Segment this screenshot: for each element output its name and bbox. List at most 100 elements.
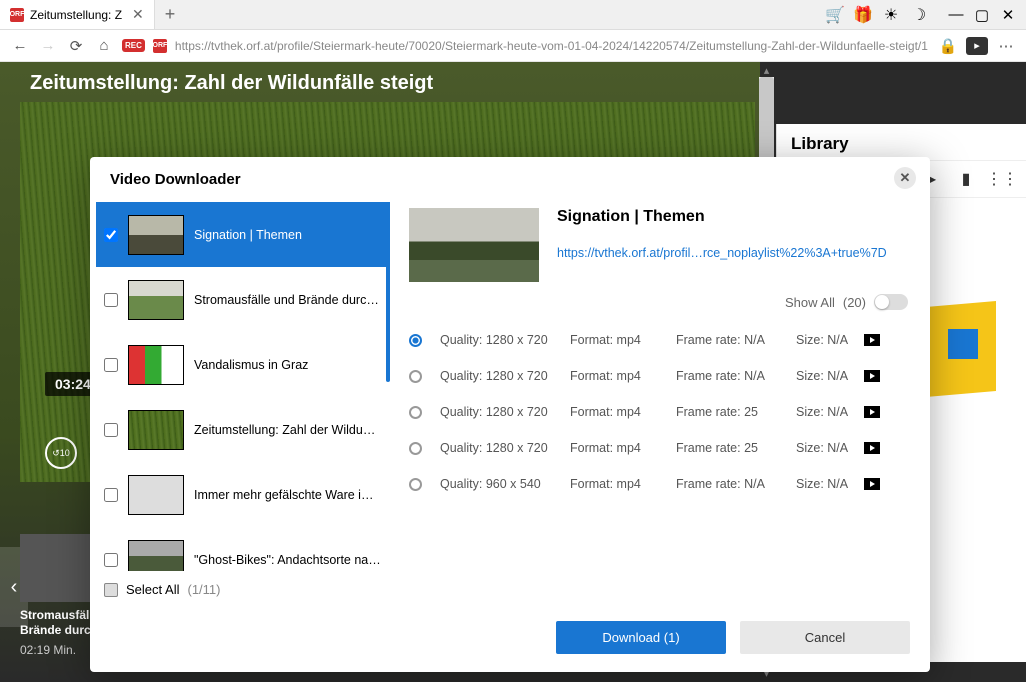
- detail-url[interactable]: https://tvthek.orf.at/profil…rce_noplayl…: [557, 246, 908, 260]
- select-all-checkbox[interactable]: [104, 583, 118, 597]
- item-thumbnail: [128, 410, 184, 450]
- item-label: Zeitumstellung: Zahl der Wildunf…: [194, 423, 382, 437]
- quality-radio[interactable]: [409, 442, 422, 455]
- preview-play-icon[interactable]: [864, 442, 880, 454]
- preview-play-icon[interactable]: [864, 370, 880, 382]
- video-list-panel: Signation | Themen Stromausfälle und Brän…: [90, 202, 390, 607]
- detail-title: Signation | Themen: [557, 208, 908, 226]
- lock-icon[interactable]: 🔒: [938, 36, 958, 56]
- tab-favicon: ORF: [10, 8, 24, 22]
- downloader-modal: Video Downloader ✕ Signation | Themen Str…: [90, 157, 930, 672]
- dark-mode-icon[interactable]: ☽: [910, 6, 928, 24]
- format-value: Format: mp4: [570, 333, 676, 347]
- window-controls: — ▢ ✕: [946, 6, 1018, 24]
- item-thumbnail: [128, 345, 184, 385]
- detail-panel: Signation | Themen https://tvthek.orf.at…: [390, 202, 930, 607]
- item-thumbnail: [128, 215, 184, 255]
- item-thumbnail: [128, 540, 184, 572]
- home-button[interactable]: ⌂: [94, 36, 114, 56]
- size-value: Size: N/A: [796, 333, 864, 347]
- detail-thumbnail: [409, 208, 539, 282]
- new-tab-button[interactable]: +: [155, 4, 186, 25]
- select-all-count: (1/11): [187, 582, 220, 597]
- record-badge[interactable]: REC: [122, 39, 145, 52]
- quality-row[interactable]: Quality: 1280 x 720Format: mp4Frame rate…: [409, 430, 908, 466]
- size-value: Size: N/A: [796, 405, 864, 419]
- video-list-item[interactable]: Stromausfälle und Brände durch …: [96, 267, 390, 332]
- quality-row[interactable]: Quality: 960 x 540Format: mp4Frame rate:…: [409, 466, 908, 502]
- select-all-row[interactable]: Select All (1/11): [90, 571, 390, 607]
- quality-value: Quality: 960 x 540: [440, 477, 570, 491]
- video-list-item[interactable]: Signation | Themen: [96, 202, 390, 267]
- maximize-button[interactable]: ▢: [972, 6, 992, 24]
- close-window-button[interactable]: ✕: [998, 6, 1018, 24]
- quality-value: Quality: 1280 x 720: [440, 405, 570, 419]
- tab-bar: ORF Zeitumstellung: Z ✕ + 🛒 🎁 ☀ ☽ — ▢ ✕: [0, 0, 1026, 30]
- item-label: Immer mehr gefälschte Ware im …: [194, 488, 382, 502]
- item-checkbox[interactable]: [104, 488, 118, 502]
- quality-value: Quality: 1280 x 720: [440, 441, 570, 455]
- show-all-count: (20): [843, 295, 866, 310]
- item-checkbox[interactable]: [104, 553, 118, 567]
- reload-button[interactable]: ⟳: [66, 36, 86, 56]
- quality-row[interactable]: Quality: 1280 x 720Format: mp4Frame rate…: [409, 322, 908, 358]
- framerate-value: Frame rate: 25: [676, 441, 796, 455]
- format-value: Format: mp4: [570, 405, 676, 419]
- framerate-value: Frame rate: N/A: [676, 477, 796, 491]
- item-checkbox[interactable]: [104, 423, 118, 437]
- back-button[interactable]: ←: [10, 36, 30, 56]
- download-toolbar-icon[interactable]: ▸: [966, 37, 988, 55]
- show-all-label: Show All: [785, 295, 835, 310]
- video-list-item[interactable]: Zeitumstellung: Zahl der Wildunf…: [96, 397, 390, 462]
- forward-button[interactable]: →: [38, 36, 58, 56]
- browser-tab[interactable]: ORF Zeitumstellung: Z ✕: [0, 0, 155, 29]
- framerate-value: Frame rate: 25: [676, 405, 796, 419]
- quality-radio[interactable]: [409, 478, 422, 491]
- gift-icon[interactable]: 🎁: [854, 6, 872, 24]
- size-value: Size: N/A: [796, 441, 864, 455]
- item-checkbox[interactable]: [104, 228, 118, 242]
- tab-title: Zeitumstellung: Z: [30, 8, 122, 22]
- modal-title: Video Downloader ✕: [90, 157, 930, 202]
- item-checkbox[interactable]: [104, 293, 118, 307]
- format-value: Format: mp4: [570, 441, 676, 455]
- address-bar: ← → ⟳ ⌂ REC ORF https://tvthek.orf.at/pr…: [0, 30, 1026, 62]
- video-list-item[interactable]: "Ghost-Bikes": Andachtsorte nac…: [96, 527, 390, 571]
- cancel-button[interactable]: Cancel: [740, 621, 910, 654]
- quality-radio[interactable]: [409, 370, 422, 383]
- item-label: Signation | Themen: [194, 228, 382, 242]
- menu-button[interactable]: ⋯: [996, 36, 1016, 56]
- minimize-button[interactable]: —: [946, 6, 966, 24]
- size-value: Size: N/A: [796, 369, 864, 383]
- modal-close-button[interactable]: ✕: [894, 167, 916, 189]
- video-list-item[interactable]: Vandalismus in Graz: [96, 332, 390, 397]
- quality-radio[interactable]: [409, 334, 422, 347]
- preview-play-icon[interactable]: [864, 334, 880, 346]
- item-thumbnail: [128, 475, 184, 515]
- preview-play-icon[interactable]: [864, 478, 880, 490]
- item-label: Stromausfälle und Brände durch …: [194, 293, 382, 307]
- quality-value: Quality: 1280 x 720: [440, 369, 570, 383]
- preview-play-icon[interactable]: [864, 406, 880, 418]
- video-list-item[interactable]: Immer mehr gefälschte Ware im …: [96, 462, 390, 527]
- quality-value: Quality: 1280 x 720: [440, 333, 570, 347]
- site-favicon: ORF: [153, 39, 167, 53]
- brightness-icon[interactable]: ☀: [882, 6, 900, 24]
- select-all-label: Select All: [126, 582, 179, 597]
- size-value: Size: N/A: [796, 477, 864, 491]
- tab-close-icon[interactable]: ✕: [132, 6, 144, 23]
- list-scrollbar[interactable]: [386, 202, 390, 382]
- modal-backdrop: Video Downloader ✕ Signation | Themen Str…: [0, 62, 1026, 682]
- download-button[interactable]: Download (1): [556, 621, 726, 654]
- cart-icon[interactable]: 🛒: [826, 6, 844, 24]
- show-all-toggle[interactable]: [874, 294, 908, 310]
- framerate-value: Frame rate: N/A: [676, 369, 796, 383]
- url-field[interactable]: https://tvthek.orf.at/profile/Steiermark…: [175, 39, 930, 53]
- item-label: "Ghost-Bikes": Andachtsorte nac…: [194, 553, 382, 567]
- quality-row[interactable]: Quality: 1280 x 720Format: mp4Frame rate…: [409, 358, 908, 394]
- quality-radio[interactable]: [409, 406, 422, 419]
- item-thumbnail: [128, 280, 184, 320]
- item-checkbox[interactable]: [104, 358, 118, 372]
- format-value: Format: mp4: [570, 477, 676, 491]
- quality-row[interactable]: Quality: 1280 x 720Format: mp4Frame rate…: [409, 394, 908, 430]
